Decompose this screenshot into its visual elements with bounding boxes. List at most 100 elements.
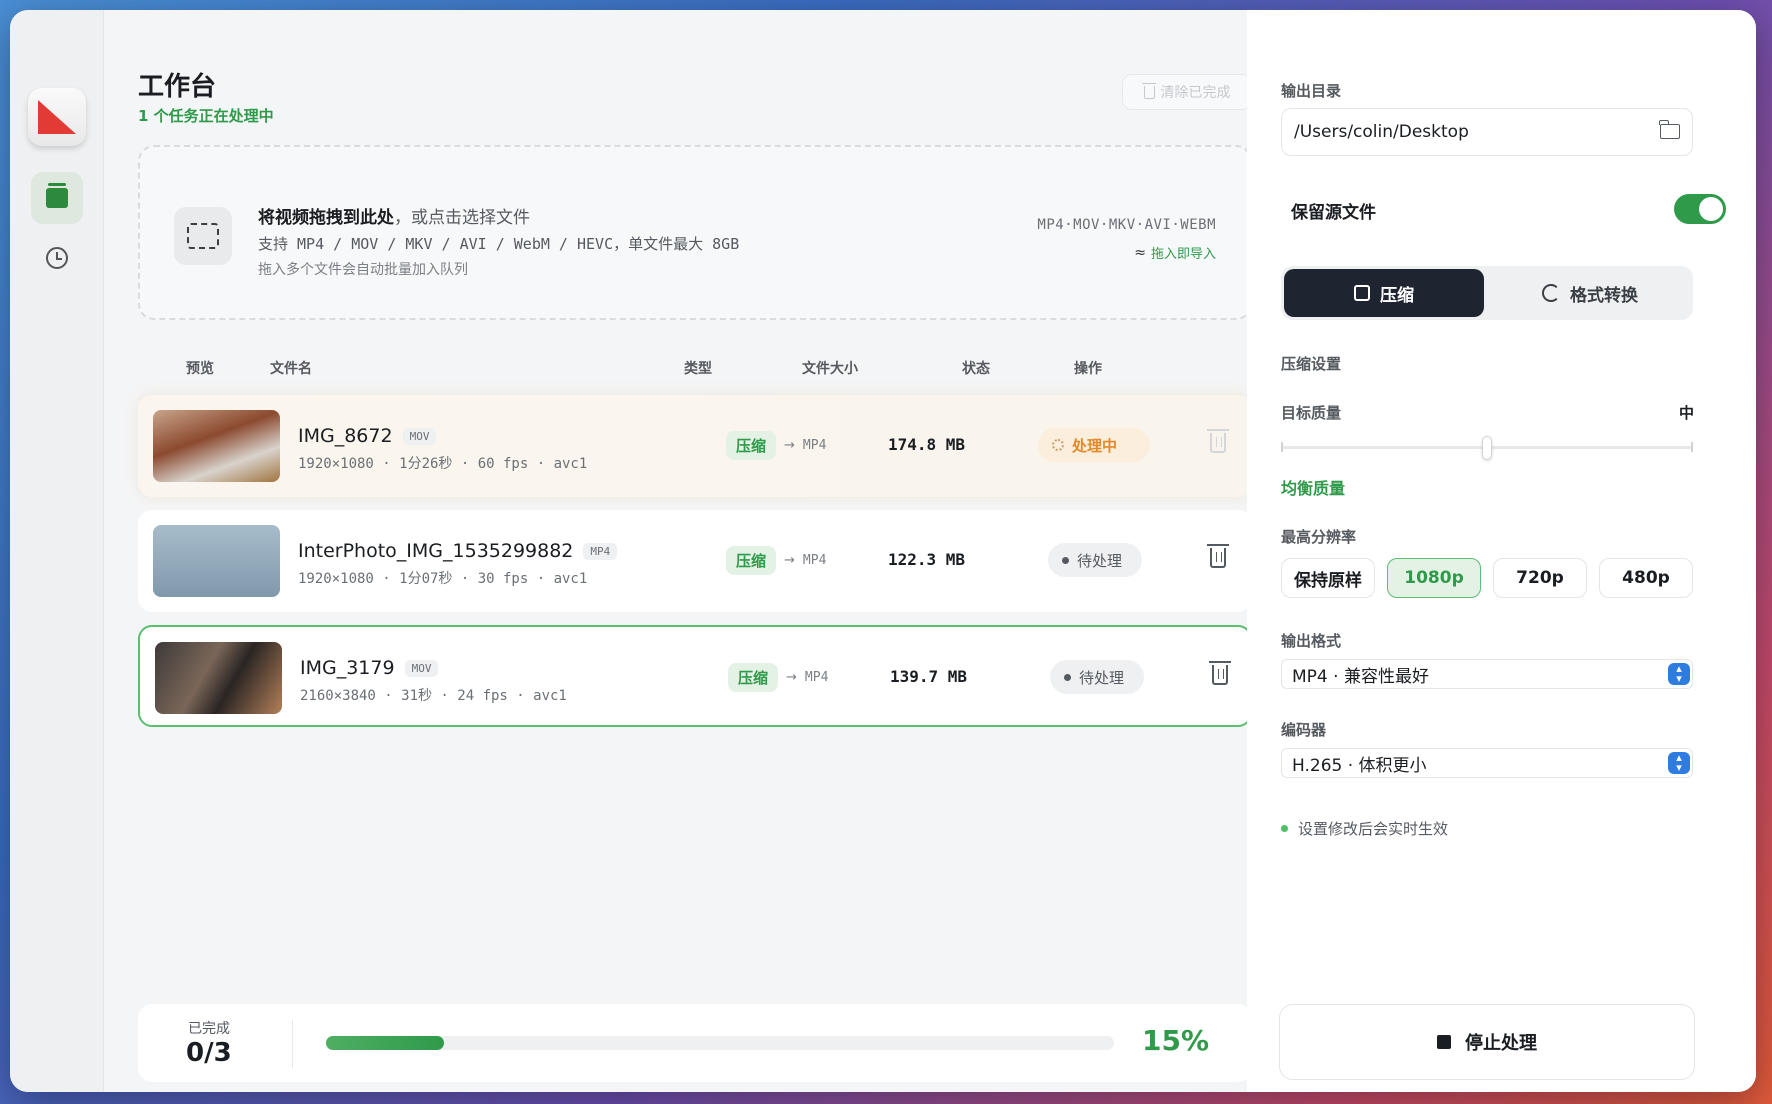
app-window: 工作台 1 个任务正在处理中 清除已完成 将视频拖拽到此处，或点击选择文件 支持… (10, 10, 1756, 1092)
status-badge: 处理中 (1038, 428, 1150, 462)
resolution-option-1080p[interactable]: 1080p (1387, 558, 1481, 598)
mode-convert-button[interactable]: 格式转换 (1490, 269, 1690, 317)
status-badge: 待处理 (1048, 543, 1142, 577)
task-row[interactable]: InterPhoto_IMG_1535299882 MP4 1920×1080 … (138, 510, 1252, 612)
status-dot-icon (1064, 673, 1071, 681)
task-type-pill: 压缩 (726, 431, 777, 460)
completed-count: 0/3 (186, 1038, 232, 1068)
stop-icon (1437, 1035, 1451, 1049)
updown-chevron-icon: ▴ ▾ (1668, 663, 1690, 685)
status-text: 待处理 (1079, 668, 1125, 687)
output-dir-value: /Users/colin/Desktop (1294, 122, 1469, 142)
column-header-action: 操作 (1074, 361, 1102, 377)
task-row[interactable]: IMG_3179 MOV 2160×3840 · 31秒 · 24 fps · … (138, 625, 1252, 727)
output-format-label: 输出格式 (1281, 632, 1342, 650)
resolution-option-original[interactable]: 保持原样 (1281, 558, 1375, 598)
task-type: 压缩 → MP4 (728, 663, 828, 692)
drop-instruction: 将视频拖拽到此处，或点击选择文件 (258, 203, 530, 228)
file-name-text: IMG_3179 (300, 657, 395, 679)
quality-description: 均衡质量 (1281, 479, 1346, 498)
status-badge: 待处理 (1050, 660, 1144, 694)
task-status-subtitle: 1 个任务正在处理中 (138, 107, 274, 125)
batch-hint-text: 拖入多个文件会自动批量加入队列 (258, 262, 468, 278)
status-dot-icon (1281, 825, 1288, 832)
file-size: 139.7 MB (890, 667, 968, 686)
mode-compress-button[interactable]: 压缩 (1284, 269, 1484, 317)
task-type-pill: 压缩 (726, 546, 777, 575)
folder-icon[interactable] (1659, 120, 1680, 139)
keep-source-label: 保留源文件 (1291, 203, 1376, 223)
file-name: InterPhoto_IMG_1535299882 MP4 (298, 540, 618, 562)
sidebar (10, 10, 104, 1092)
file-name-text: IMG_8672 (298, 425, 393, 447)
delete-task-button[interactable] (1207, 429, 1229, 453)
convert-icon (1542, 284, 1560, 302)
column-header-filename: 文件名 (270, 361, 312, 377)
status-text: 处理中 (1072, 436, 1118, 455)
drop-instruction-bold: 将视频拖拽到此处 (258, 208, 394, 228)
keep-source-toggle[interactable] (1674, 194, 1726, 224)
clear-completed-button[interactable]: 清除已完成 (1122, 74, 1252, 110)
target-format: MP4 (802, 553, 827, 568)
slider-tick (1281, 442, 1283, 452)
stop-processing-button[interactable]: 停止处理 (1279, 1004, 1695, 1080)
drop-target-icon (174, 207, 232, 265)
drop-import-hint: ≈ 拖入即导入 (1134, 243, 1216, 263)
drop-zone[interactable]: 将视频拖拽到此处，或点击选择文件 支持 MP4 / MOV / MKV / AV… (138, 145, 1252, 320)
progress-bar-fill (326, 1036, 445, 1050)
output-format-select[interactable]: MP4 · 兼容性最好 ▴ ▾ (1281, 659, 1693, 689)
sidebar-item-history[interactable] (31, 232, 83, 284)
video-thumbnail (153, 525, 280, 597)
quality-slider-knob[interactable] (1482, 436, 1492, 460)
overall-progress-card: 已完成 0/3 15% (138, 1004, 1252, 1082)
file-name-text: InterPhoto_IMG_1535299882 (298, 540, 574, 562)
mode-compress-label: 压缩 (1380, 285, 1414, 306)
quality-slider[interactable] (1281, 436, 1693, 460)
stop-processing-label: 停止处理 (1465, 1033, 1537, 1054)
task-type-pill: 压缩 (728, 663, 779, 692)
progress-bar (326, 1036, 1114, 1050)
column-header-size: 文件大小 (802, 361, 858, 377)
file-size: 122.3 MB (888, 550, 966, 569)
live-apply-note-text: 设置修改后会实时生效 (1298, 820, 1449, 838)
column-header-type: 类型 (684, 361, 712, 377)
main-area: 工作台 1 个任务正在处理中 清除已完成 将视频拖拽到此处，或点击选择文件 支持… (104, 10, 1252, 1092)
output-dir-label: 输出目录 (1281, 82, 1342, 100)
resolution-option-480p[interactable]: 480p (1599, 558, 1693, 598)
target-format: MP4 (804, 670, 829, 685)
delete-task-button[interactable] (1207, 544, 1229, 568)
resolution-option-720p[interactable]: 720p (1493, 558, 1587, 598)
compress-icon (1354, 285, 1370, 301)
file-size: 174.8 MB (888, 435, 966, 454)
encoder-label: 编码器 (1281, 721, 1327, 739)
file-name: IMG_3179 MOV (300, 657, 439, 679)
app-logo (28, 88, 86, 146)
status-dot-icon (1062, 556, 1069, 564)
mode-convert-label: 格式转换 (1570, 285, 1638, 306)
column-header-preview: 预览 (186, 361, 214, 377)
completed-label: 已完成 (188, 1021, 230, 1037)
encoder-select[interactable]: H.265 · 体积更小 ▴ ▾ (1281, 748, 1693, 778)
arrow-right-icon: → (784, 553, 795, 568)
output-dir-field[interactable]: /Users/colin/Desktop (1281, 108, 1693, 156)
history-icon (46, 247, 68, 269)
encoder-value: H.265 · 体积更小 (1292, 755, 1427, 776)
page-title: 工作台 (138, 72, 217, 102)
wave-icon: ≈ (1134, 244, 1146, 261)
delete-task-button[interactable] (1209, 661, 1231, 685)
compress-settings-heading: 压缩设置 (1281, 355, 1342, 373)
quality-value: 中 (1679, 404, 1695, 422)
trash-icon (1141, 82, 1156, 99)
video-thumbnail (155, 642, 282, 714)
output-format-value: MP4 · 兼容性最好 (1292, 666, 1429, 687)
sidebar-item-workbench[interactable] (31, 172, 83, 224)
source-format-tag: MOV (402, 427, 437, 445)
file-name: IMG_8672 MOV (298, 425, 437, 447)
stack-icon (46, 183, 68, 208)
video-thumbnail (153, 410, 280, 482)
slider-tick (1691, 442, 1693, 452)
progress-percent: 15% (1142, 1024, 1210, 1057)
task-row[interactable]: IMG_8672 MOV 1920×1080 · 1分26秒 · 60 fps … (138, 395, 1252, 497)
source-format-tag: MOV (404, 659, 439, 677)
file-meta: 1920×1080 · 1分07秒 · 30 fps · avc1 (298, 571, 588, 587)
